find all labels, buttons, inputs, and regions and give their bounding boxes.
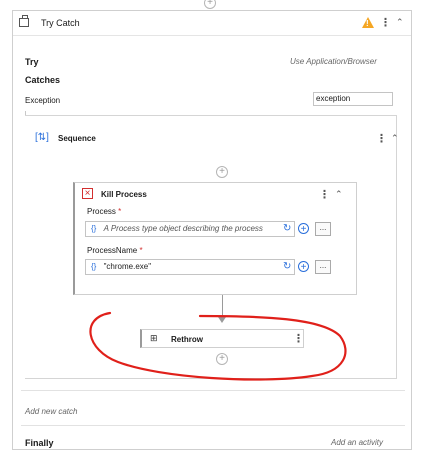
kill-process-collapse-icon[interactable]: ⌃ [335, 189, 343, 199]
kill-process-icon: × [82, 188, 93, 199]
try-catch-activity-icon [19, 15, 29, 27]
sequence-card: [⇅] Sequence ⋮ ⌃ + × Kill Process ⋮ ⌃ Pr… [25, 115, 399, 379]
warning-icon[interactable]: ! [362, 17, 374, 28]
processname-expression-icon: {} [91, 262, 97, 271]
processname-label: ProcessName * [87, 246, 143, 255]
rethrow-icon: ⊞ [150, 333, 158, 343]
exception-label: Exception [25, 96, 61, 105]
process-more-button[interactable]: ... [315, 222, 331, 236]
process-add-icon[interactable]: + [298, 223, 309, 235]
connector-arrow-icon [218, 317, 226, 323]
try-label: Try [25, 57, 39, 67]
catches-label: Catches [25, 75, 61, 85]
try-catch-more-icon[interactable]: ⋮ [380, 18, 391, 29]
finally-label: Finally [25, 438, 54, 448]
rethrow-card[interactable]: ⊞ Rethrow ⋮ [140, 329, 304, 348]
processname-add-icon[interactable]: + [298, 261, 309, 273]
process-placeholder: A Process type object describing the pro… [103, 224, 263, 233]
sequence-add-activity-bottom-plus-icon[interactable]: + [216, 353, 228, 365]
add-activity-top-plus-icon[interactable]: + [204, 0, 216, 9]
processname-value: "chrome.exe" [103, 262, 152, 271]
try-catch-card: Try Catch ! ⋮ ⌃ Try Use Application/Brow… [12, 10, 412, 450]
sequence-icon: [⇅] [35, 132, 49, 143]
kill-process-title: Kill Process [101, 190, 147, 199]
process-input[interactable]: {} A Process type object describing the … [85, 221, 295, 237]
add-new-catch-link[interactable]: Add new catch [25, 407, 77, 416]
connector-line [222, 295, 223, 319]
try-catch-header[interactable]: Try Catch ! ⋮ ⌃ [13, 11, 411, 36]
exception-variable-field[interactable]: exception [313, 92, 393, 106]
sequence-title: Sequence [58, 134, 96, 143]
kill-process-card: × Kill Process ⋮ ⌃ Process * {} A Proces… [73, 182, 357, 295]
sequence-collapse-icon[interactable]: ⌃ [391, 133, 399, 143]
finally-divider [21, 425, 405, 426]
processname-more-button[interactable]: ... [315, 260, 331, 274]
try-catch-collapse-icon[interactable]: ⌃ [396, 17, 404, 27]
kill-process-more-icon[interactable]: ⋮ [319, 190, 330, 201]
process-label: Process * [87, 207, 122, 216]
process-expression-icon: {} [91, 224, 97, 233]
processname-sync-icon[interactable]: ↻ [283, 262, 291, 272]
catches-divider [21, 390, 405, 391]
rethrow-more-icon[interactable]: ⋮ [293, 334, 304, 345]
exception-variable-value: exception [316, 94, 351, 103]
try-catch-title: Try Catch [41, 18, 80, 28]
sequence-add-activity-plus-icon[interactable]: + [216, 166, 228, 178]
rethrow-title: Rethrow [171, 335, 203, 344]
process-sync-icon[interactable]: ↻ [283, 224, 291, 234]
processname-input[interactable]: {} "chrome.exe" [85, 259, 295, 275]
try-drop-target[interactable]: Use Application/Browser [290, 57, 377, 66]
sequence-more-icon[interactable]: ⋮ [376, 134, 387, 145]
